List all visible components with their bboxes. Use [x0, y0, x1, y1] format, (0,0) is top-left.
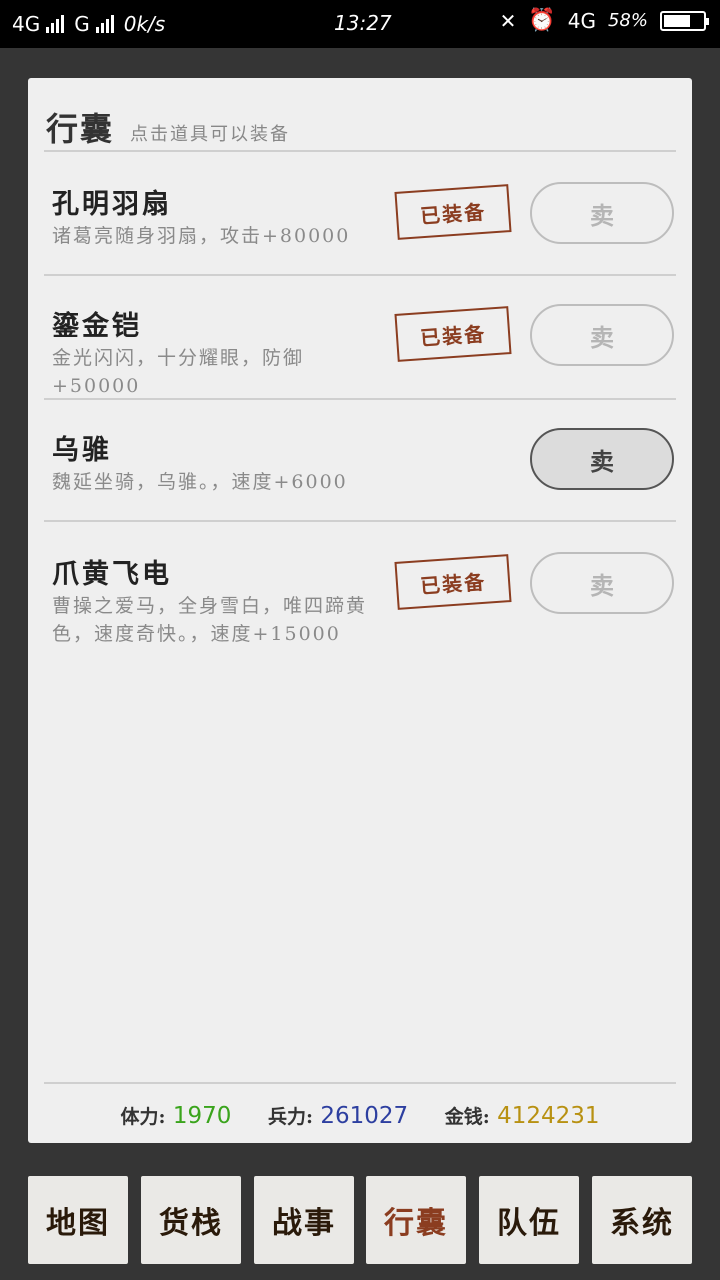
divider — [44, 274, 676, 276]
signal-icon — [46, 15, 65, 33]
battery-percent: 58% — [607, 10, 648, 31]
nav-shop-button[interactable]: 货栈 — [141, 1176, 241, 1264]
inventory-item[interactable]: 孔明羽扇 诸葛亮随身羽扇，攻击+80000 已装备 卖 — [44, 182, 676, 270]
item-description: 曹操之爱马，全身雪白，唯四蹄黄色，速度奇快。，速度+15000 — [52, 595, 368, 645]
status-bar: 4G G 0k/s 13:27 ✕ ⏰ 4G 58% — [0, 0, 720, 48]
divider — [44, 398, 676, 400]
clock: 13:27 — [334, 11, 392, 35]
nav-battle-button[interactable]: 战事 — [254, 1176, 354, 1264]
equipped-stamp: 已装备 — [394, 554, 512, 610]
divider — [44, 150, 676, 152]
network-type-2: G — [74, 12, 90, 36]
panel-subtitle: 点击道具可以装备 — [130, 124, 291, 145]
troops-label: 兵力: — [267, 1106, 313, 1128]
nav-map-button[interactable]: 地图 — [28, 1176, 128, 1264]
signal-icon-2 — [95, 15, 114, 33]
item-description: 魏延坐骑，乌骓。，速度+6000 — [52, 471, 348, 493]
equipped-stamp: 已装备 — [394, 184, 512, 240]
nav-team-button[interactable]: 队伍 — [479, 1176, 579, 1264]
divider — [44, 1082, 676, 1084]
inventory-item[interactable]: 爪黄飞电 曹操之爱马，全身雪白，唯四蹄黄色，速度奇快。，速度+15000 已装备… — [44, 552, 676, 668]
nav-system-button[interactable]: 系统 — [592, 1176, 692, 1264]
network-type-3: 4G — [567, 8, 596, 33]
equipped-stamp: 已装备 — [394, 306, 512, 362]
battery-icon — [660, 10, 709, 31]
mute-icon: ✕ — [499, 8, 517, 33]
sell-button[interactable]: 卖 — [530, 304, 674, 366]
gold-value: 4124231 — [497, 1103, 600, 1129]
gold-label: 金钱: — [444, 1106, 490, 1128]
stamina-value: 1970 — [172, 1103, 232, 1129]
item-name: 孔明羽扇 — [52, 189, 172, 220]
item-description: 诸葛亮随身羽扇，攻击+80000 — [52, 225, 351, 247]
inventory-item[interactable]: 鎏金铠 金光闪闪，十分耀眼，防御+50000 已装备 卖 — [44, 304, 676, 397]
item-name: 乌骓 — [52, 435, 112, 466]
alarm-icon: ⏰ — [528, 8, 556, 33]
sell-button[interactable]: 卖 — [530, 428, 674, 490]
network-speed: 0k/s — [123, 12, 166, 36]
item-description: 金光闪闪，十分耀眼，防御+50000 — [52, 347, 305, 397]
divider — [44, 520, 676, 522]
network-type-1: 4G — [12, 12, 41, 36]
inventory-panel: 行囊 点击道具可以装备 孔明羽扇 诸葛亮随身羽扇，攻击+80000 已装备 卖 … — [28, 78, 692, 1143]
troops-value: 261027 — [320, 1103, 409, 1129]
player-stats: 体力: 1970 兵力: 261027 金钱: 4124231 — [28, 1102, 692, 1129]
stamina-label: 体力: — [120, 1106, 166, 1128]
item-name: 爪黄飞电 — [52, 559, 172, 590]
item-name: 鎏金铠 — [52, 311, 142, 342]
sell-button[interactable]: 卖 — [530, 552, 674, 614]
sell-button[interactable]: 卖 — [530, 182, 674, 244]
nav-bag-button[interactable]: 行囊 — [366, 1176, 466, 1264]
panel-header: 行囊 点击道具可以装备 — [46, 104, 290, 150]
inventory-item[interactable]: 乌骓 魏延坐骑，乌骓。，速度+6000 卖 — [44, 428, 676, 516]
panel-title: 行囊 — [46, 110, 115, 148]
